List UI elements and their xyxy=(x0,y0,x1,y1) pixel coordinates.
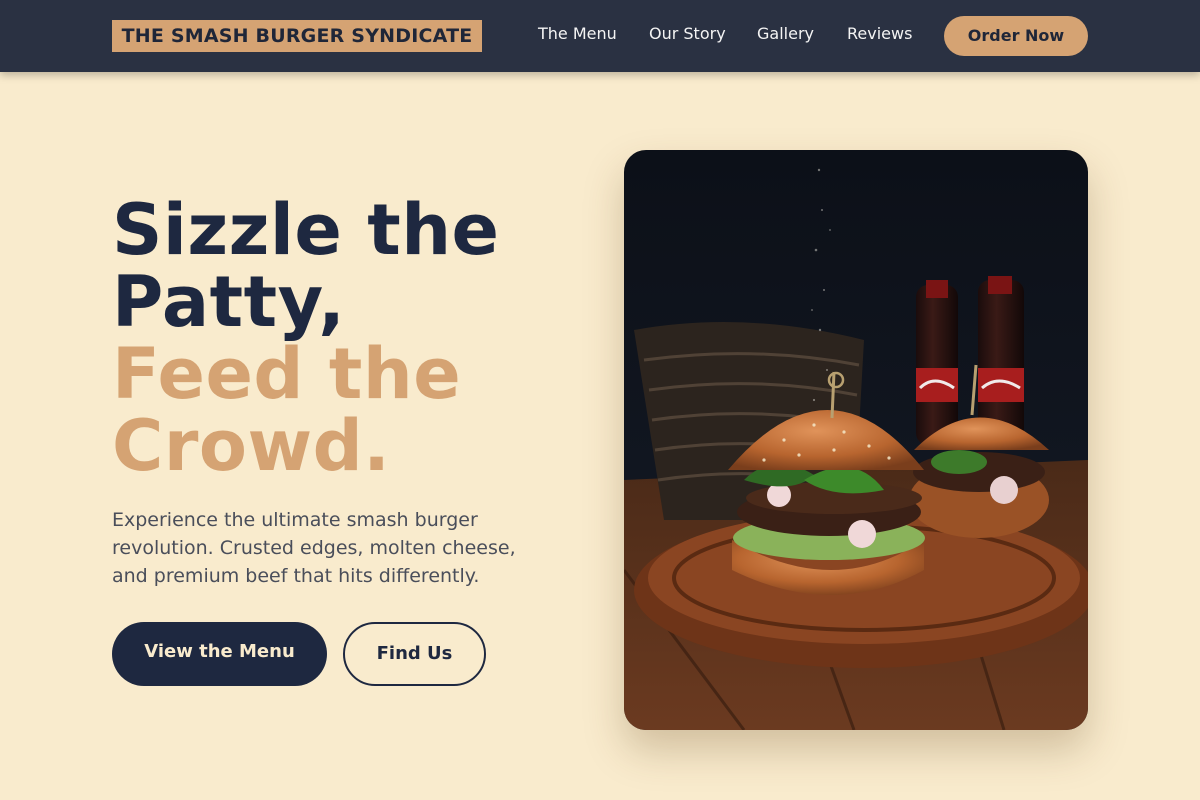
nav-link-reviews[interactable]: Reviews xyxy=(847,24,912,44)
nav-link-gallery[interactable]: Gallery xyxy=(757,24,814,44)
hero-description: Experience the ultimate smash burger rev… xyxy=(112,509,516,587)
hero-burger-image xyxy=(624,150,1088,730)
hero-title: Sizzle the Patty, Feed the Crowd. xyxy=(112,194,500,482)
navbar: THE SMASH BURGER SYNDICATE The Menu Our … xyxy=(0,0,1200,72)
view-menu-button[interactable]: View the Menu xyxy=(112,622,327,686)
brand-logo[interactable]: THE SMASH BURGER SYNDICATE xyxy=(112,20,482,52)
order-now-button[interactable]: Order Now xyxy=(944,16,1088,56)
nav-link-story[interactable]: Our Story xyxy=(649,24,726,44)
nav-link-menu[interactable]: The Menu xyxy=(538,24,617,44)
burger-photo xyxy=(624,150,1088,730)
hero-title-line: Patty, xyxy=(112,261,346,343)
hero-title-accent-line: Crowd. xyxy=(112,405,391,487)
hero-title-line: Sizzle the xyxy=(112,189,500,271)
find-us-button[interactable]: Find Us xyxy=(343,622,486,686)
hero-title-accent-line: Feed the xyxy=(112,333,462,415)
